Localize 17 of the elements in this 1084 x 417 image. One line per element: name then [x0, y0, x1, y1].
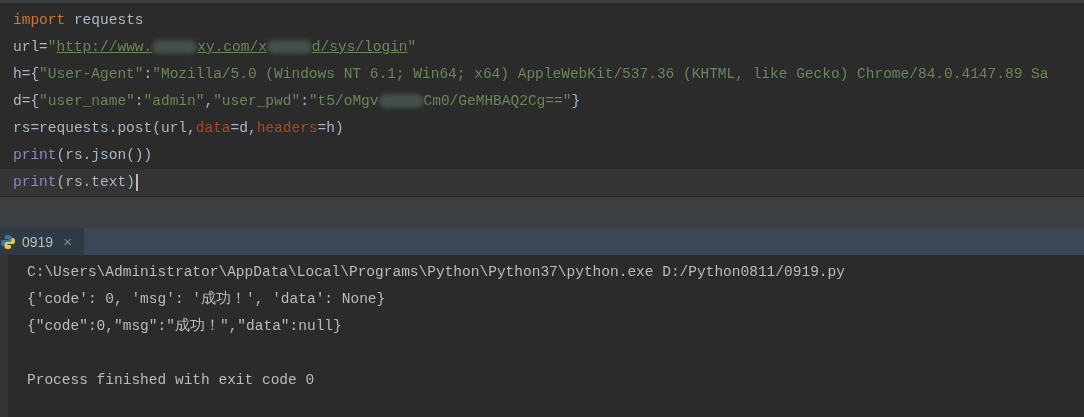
code-line: d={"user_name":"admin","user_pwd":"t5/oMgv Cm0/GeMHBAQ2Cg=="} [12, 92, 582, 111]
run-tab[interactable]: 0919 × [0, 228, 84, 255]
python-icon [0, 233, 16, 250]
text-cursor [135, 173, 138, 191]
console-line: {"code":0,"msg":"成功！","data":null} [27, 316, 343, 336]
redaction-blur [266, 40, 312, 55]
close-icon[interactable]: × [63, 233, 72, 250]
console-line: Process finished with exit code 0 [27, 371, 316, 390]
redaction-blur [378, 94, 424, 109]
console-line: C:\Users\Administrator\AppData\Local\Programs\Python\Python37\python.exe D:/Python0811/0919.py [27, 263, 845, 282]
redaction-blur [152, 40, 198, 55]
code-line: h={"User-Agent":"Mozilla/5.0 (Windows NT 6.1; Win64; x64) AppleWebKit/537.36 (KHTML, like Gecko) Chrome/84.0.4147.89 Sa [12, 65, 1050, 84]
code-line: url="http://www. xy.com/x d/sys/login" [12, 38, 418, 57]
code-line: print(rs.json()) [12, 146, 154, 165]
code-line: rs=requests.post(url,data=d,headers=h) [12, 119, 345, 138]
code-line: import requests [12, 11, 145, 30]
console-line: {'code': 0, 'msg': '成功！', 'data': None} [27, 289, 387, 309]
